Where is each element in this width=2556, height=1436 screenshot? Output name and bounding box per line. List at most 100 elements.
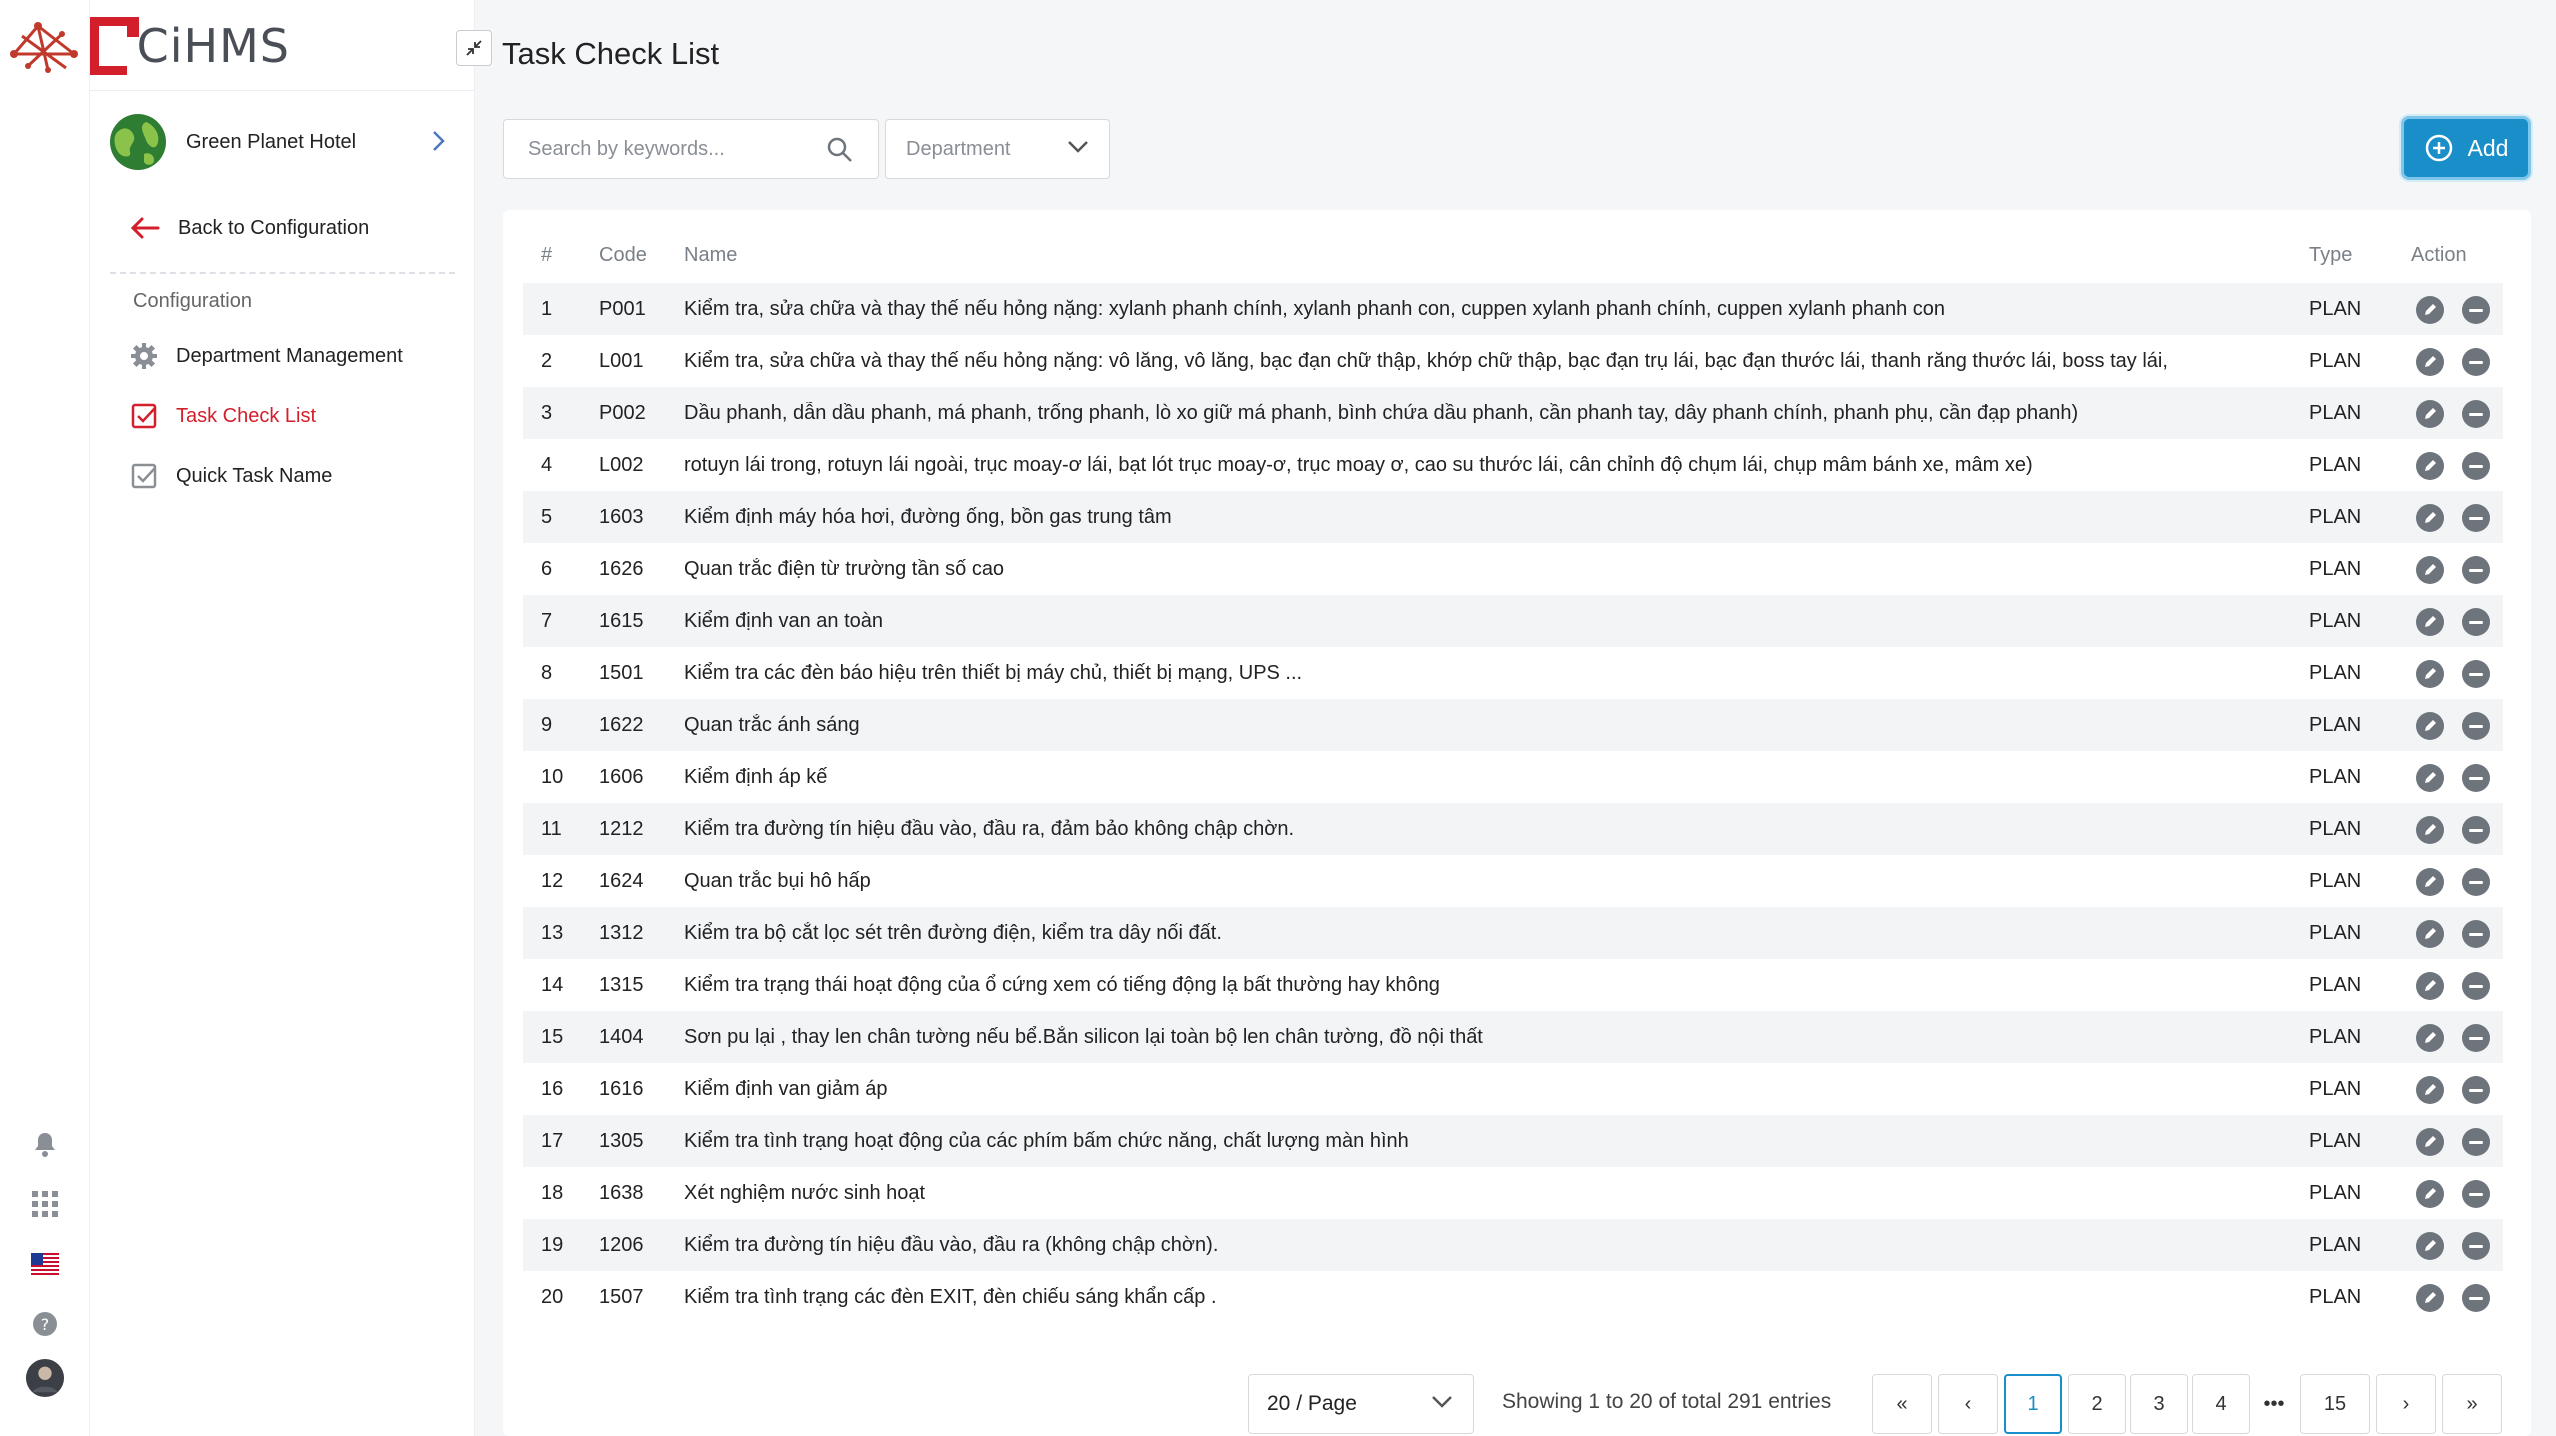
remove-minus-icon[interactable]	[2462, 1232, 2490, 1260]
pagination-ellipsis[interactable]: •••	[2252, 1374, 2296, 1434]
row-type: PLAN	[2309, 1130, 2362, 1152]
row-name: Dầu phanh, dẫn dầu phanh, má phanh, trốn…	[684, 402, 2079, 424]
remove-minus-icon[interactable]	[2462, 452, 2490, 480]
edit-pencil-icon[interactable]	[2416, 296, 2444, 324]
row-code: 1507	[599, 1286, 644, 1308]
remove-minus-icon[interactable]	[2462, 816, 2490, 844]
remove-minus-icon[interactable]	[2462, 1180, 2490, 1208]
edit-pencil-icon[interactable]	[2416, 400, 2444, 428]
row-number: 19	[541, 1234, 564, 1256]
edit-pencil-icon[interactable]	[2416, 712, 2444, 740]
row-number: 10	[541, 766, 564, 788]
hotel-name: Green Planet Hotel	[186, 130, 357, 153]
bell-icon[interactable]	[25, 1124, 65, 1164]
chevron-down-icon	[1432, 1396, 1452, 1408]
sidebar-item-task-check-list[interactable]: Task Check List	[130, 398, 316, 434]
next-page-button[interactable]: ›	[2376, 1374, 2436, 1434]
table-row: 8 1501 Kiểm tra các đèn báo hiệu trên thiế…	[523, 647, 2503, 699]
page-button-1[interactable]: 1	[2004, 1374, 2062, 1434]
row-code: 1305	[599, 1130, 644, 1152]
remove-minus-icon[interactable]	[2462, 556, 2490, 584]
table-row: 11 1212 Kiểm tra đường tín hiệu đầu vào, đ…	[523, 803, 2503, 855]
row-name: Kiểm tra, sửa chữa và thay thế nếu hỏng …	[684, 350, 2168, 372]
edit-pencil-icon[interactable]	[2416, 348, 2444, 376]
network-logo-icon[interactable]	[8, 14, 82, 74]
edit-pencil-icon[interactable]	[2416, 1284, 2444, 1312]
edit-pencil-icon[interactable]	[2416, 556, 2444, 584]
search-input[interactable]	[528, 137, 818, 161]
remove-minus-icon[interactable]	[2462, 296, 2490, 324]
table-row: 9 1622 Quan trắc ánh sáng PLAN	[523, 699, 2503, 751]
page-button-2[interactable]: 2	[2068, 1374, 2126, 1434]
svg-text:?: ?	[41, 1315, 50, 1334]
page-size-select[interactable]: 20 / Page	[1248, 1374, 1474, 1434]
row-name: Kiểm tra đường tín hiệu đầu vào, đầu ra,…	[684, 818, 1294, 840]
edit-pencil-icon[interactable]	[2416, 1128, 2444, 1156]
row-name: Kiểm tra, sửa chữa và thay thế nếu hỏng …	[684, 298, 1946, 320]
table-row: 18 1638 Xét nghiệm nước sinh hoạt PLAN	[523, 1167, 2503, 1219]
remove-minus-icon[interactable]	[2462, 660, 2490, 688]
row-name: Quan trắc ánh sáng	[684, 714, 860, 736]
edit-pencil-icon[interactable]	[2416, 1076, 2444, 1104]
edit-pencil-icon[interactable]	[2416, 608, 2444, 636]
row-number: 1	[541, 298, 553, 320]
department-select[interactable]: Department	[885, 119, 1110, 179]
add-button[interactable]: Add	[2401, 116, 2531, 180]
remove-minus-icon[interactable]	[2462, 1128, 2490, 1156]
page-button-4[interactable]: 4	[2192, 1374, 2250, 1434]
remove-minus-icon[interactable]	[2462, 348, 2490, 376]
hotel-switcher[interactable]: Green Planet Hotel	[106, 108, 466, 176]
row-number: 20	[541, 1286, 564, 1308]
edit-pencil-icon[interactable]	[2416, 868, 2444, 896]
row-code: 1622	[599, 714, 644, 736]
prev-page-button[interactable]: ‹	[1938, 1374, 1998, 1434]
edit-pencil-icon[interactable]	[2416, 504, 2444, 532]
remove-minus-icon[interactable]	[2462, 608, 2490, 636]
remove-minus-icon[interactable]	[2462, 712, 2490, 740]
remove-minus-icon[interactable]	[2462, 764, 2490, 792]
remove-minus-icon[interactable]	[2462, 972, 2490, 1000]
edit-pencil-icon[interactable]	[2416, 972, 2444, 1000]
brand-logo[interactable]: CiHMS	[90, 12, 290, 80]
page-button-3[interactable]: 3	[2130, 1374, 2188, 1434]
header-num: #	[541, 244, 553, 266]
edit-pencil-icon[interactable]	[2416, 816, 2444, 844]
edit-pencil-icon[interactable]	[2416, 1180, 2444, 1208]
us-flag-icon[interactable]	[25, 1244, 65, 1284]
help-icon[interactable]: ?	[25, 1304, 65, 1344]
edit-pencil-icon[interactable]	[2416, 920, 2444, 948]
page-button-last[interactable]: 15	[2300, 1374, 2370, 1434]
page-title: Task Check List	[502, 36, 720, 71]
sidebar-item-department-management[interactable]: Department Management	[130, 338, 403, 374]
collapse-sidebar-button[interactable]	[456, 30, 492, 66]
user-avatar[interactable]	[25, 1358, 65, 1398]
back-to-configuration-link[interactable]: Back to Configuration	[130, 216, 369, 240]
edit-pencil-icon[interactable]	[2416, 660, 2444, 688]
row-name: Sơn pu lại , thay len chân tường nếu bể.…	[684, 1026, 1483, 1048]
remove-minus-icon[interactable]	[2462, 400, 2490, 428]
row-type: PLAN	[2309, 1182, 2362, 1204]
apps-grid-icon[interactable]	[25, 1184, 65, 1224]
table-row: 19 1206 Kiểm tra đường tín hiệu đầu vào, đ…	[523, 1219, 2503, 1271]
edit-pencil-icon[interactable]	[2416, 1024, 2444, 1052]
row-number: 4	[541, 454, 553, 476]
remove-minus-icon[interactable]	[2462, 920, 2490, 948]
row-type: PLAN	[2309, 298, 2362, 320]
last-page-button[interactable]: »	[2442, 1374, 2502, 1434]
table-body: 1 P001 Kiểm tra, sửa chữa và thay thế nếu …	[523, 283, 2503, 1323]
remove-minus-icon[interactable]	[2462, 1076, 2490, 1104]
remove-minus-icon[interactable]	[2462, 1284, 2490, 1312]
row-name: Kiểm định van an toàn	[684, 610, 884, 632]
remove-minus-icon[interactable]	[2462, 868, 2490, 896]
first-page-button[interactable]: «	[1872, 1374, 1932, 1434]
remove-minus-icon[interactable]	[2462, 1024, 2490, 1052]
chevron-right-icon	[433, 131, 445, 151]
sidebar-item-quick-task-name[interactable]: Quick Task Name	[130, 458, 332, 494]
edit-pencil-icon[interactable]	[2416, 764, 2444, 792]
edit-pencil-icon[interactable]	[2416, 1232, 2444, 1260]
search-icon[interactable]	[826, 136, 854, 164]
table-row: 2 L001 Kiểm tra, sửa chữa và thay thế nếu …	[523, 335, 2503, 387]
edit-pencil-icon[interactable]	[2416, 452, 2444, 480]
collapse-icon	[466, 40, 482, 56]
remove-minus-icon[interactable]	[2462, 504, 2490, 532]
